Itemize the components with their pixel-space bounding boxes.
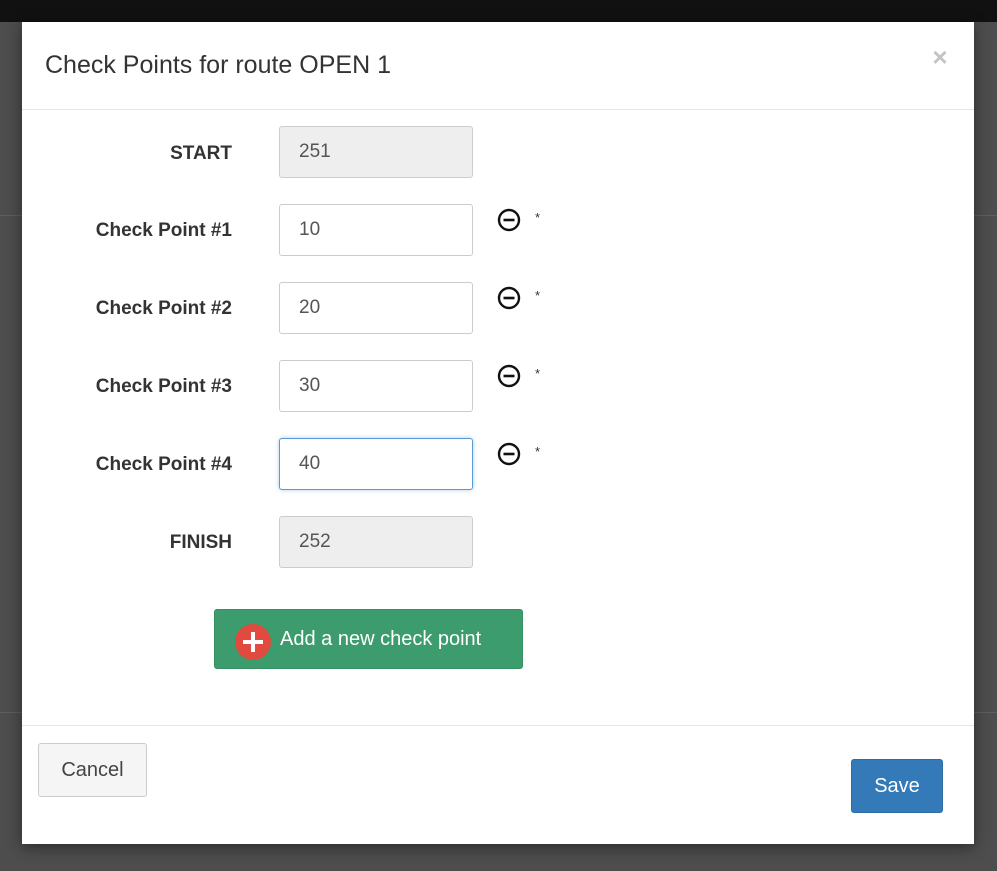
required-marker: * xyxy=(535,366,541,381)
minus-circle-icon[interactable] xyxy=(497,208,521,232)
required-marker: * xyxy=(535,210,541,225)
minus-circle-icon[interactable] xyxy=(497,286,521,310)
check-point-label: Check Point #4 xyxy=(95,454,232,475)
modal-footer xyxy=(22,725,974,845)
modal-title: Check Points for route OPEN 1 xyxy=(45,51,391,79)
start-field xyxy=(279,126,473,178)
check-point-label: Check Point #1 xyxy=(95,220,232,241)
required-marker: * xyxy=(535,288,541,303)
required-marker: * xyxy=(535,444,541,459)
check-point-input[interactable] xyxy=(279,438,473,490)
plus-circle-icon xyxy=(235,624,271,660)
app-top-bar xyxy=(0,0,997,22)
check-point-label: Check Point #2 xyxy=(95,298,232,319)
save-button[interactable]: Save xyxy=(851,759,943,813)
finish-label: FINISH xyxy=(169,532,232,553)
add-check-point-label: Add a new check point xyxy=(280,628,482,650)
check-point-input[interactable] xyxy=(279,360,473,412)
cancel-button[interactable]: Cancel xyxy=(38,743,147,797)
check-point-label: Check Point #3 xyxy=(95,376,232,397)
check-point-input[interactable] xyxy=(279,204,473,256)
check-point-input[interactable] xyxy=(279,282,473,334)
close-button[interactable]: × xyxy=(927,44,953,70)
check-points-modal: Check Points for route OPEN 1 × START Ch… xyxy=(22,22,974,844)
minus-circle-icon[interactable] xyxy=(497,364,521,388)
start-label: START xyxy=(170,143,232,164)
minus-circle-icon[interactable] xyxy=(497,442,521,466)
add-check-point-button[interactable]: Add a new check point xyxy=(214,609,523,669)
modal-header: Check Points for route OPEN 1 × xyxy=(22,22,974,110)
finish-field xyxy=(279,516,473,568)
